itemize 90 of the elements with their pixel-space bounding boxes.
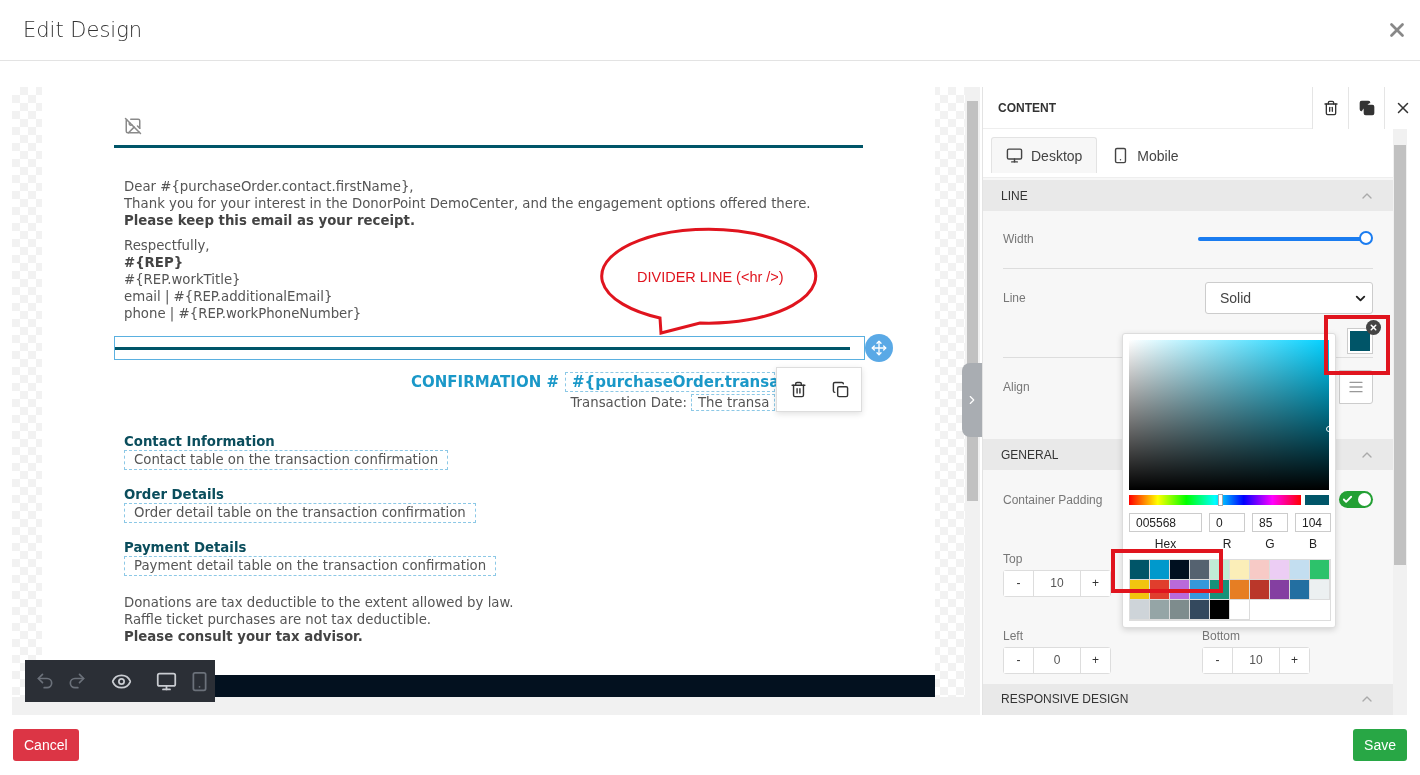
email-text-line: Please consult your tax advisor. — [124, 628, 363, 645]
field-label: Line — [1003, 291, 1026, 306]
email-text-line: Thank you for your interest in the DonorPoint DemoCenter, and the engagement options offered there. — [124, 195, 811, 212]
email-text-line: #{REP} — [124, 254, 184, 271]
delete-icon[interactable] — [789, 381, 807, 398]
field-label: Container Padding — [1003, 492, 1103, 507]
section-heading: Order Details — [124, 486, 224, 503]
monitor-icon — [1006, 147, 1023, 164]
color-swatch[interactable] — [1150, 560, 1170, 580]
merge-field: Payment detail table on the transaction confirmation — [124, 556, 497, 576]
cancel-button[interactable]: Cancel — [13, 729, 79, 761]
color-swatch[interactable] — [1210, 600, 1230, 620]
monitor-icon[interactable] — [156, 670, 177, 692]
color-swatch[interactable] — [1310, 580, 1330, 600]
input-label: R — [1221, 537, 1233, 551]
color-swatch[interactable] — [1310, 560, 1330, 580]
section-title: GENERAL — [1001, 447, 1059, 462]
color-swatch[interactable] — [1270, 560, 1290, 580]
broken-image-icon — [124, 117, 142, 135]
field-label: Width — [1003, 232, 1034, 247]
line-style-select[interactable]: Solid — [1205, 282, 1373, 315]
section-title: LINE — [1001, 188, 1028, 203]
padding-toggle[interactable] — [1339, 491, 1373, 509]
field-label: Left — [1003, 628, 1023, 643]
number-stepper[interactable]: - 10 + — [1202, 646, 1310, 674]
confirmation-label: CONFIRMATION # — [411, 373, 559, 391]
merge-field: #{purchaseOrder.transa — [565, 372, 775, 392]
check-icon — [1342, 494, 1353, 506]
input-label: Hex — [1153, 537, 1178, 551]
collapse-handle[interactable] — [962, 363, 982, 437]
hex-input[interactable]: 005568 — [1129, 513, 1202, 532]
slider-thumb[interactable] — [1359, 231, 1373, 246]
number-stepper[interactable]: - 10 + — [1003, 569, 1111, 597]
date-label: Transaction Date: — [570, 395, 687, 410]
color-swatch[interactable] — [1250, 560, 1270, 580]
input-label: G — [1264, 537, 1276, 551]
merge-field: The transa — [691, 394, 775, 411]
section-header[interactable]: LINE — [983, 179, 1393, 212]
number-stepper[interactable]: - 0 + — [1003, 646, 1111, 674]
dialog-title: Edit Design — [23, 18, 143, 42]
color-swatch[interactable] — [1290, 560, 1310, 580]
channel-input[interactable]: 104 — [1295, 513, 1331, 532]
email-text-line: Dear #{purchaseOrder.contact.firstName}, — [124, 178, 414, 195]
phone-icon[interactable] — [189, 670, 210, 692]
color-swatch[interactable] — [1290, 580, 1310, 600]
color-swatch[interactable] — [1130, 600, 1150, 620]
color-swatch[interactable] — [1190, 600, 1210, 620]
hue-slider[interactable] — [1129, 495, 1301, 505]
section-heading: Contact Information — [124, 433, 275, 450]
email-text-line: #{REP.workTitle} — [124, 271, 241, 288]
field-label: Align — [1003, 380, 1030, 395]
merge-field: Contact table on the transaction confirmation — [124, 450, 449, 470]
undo-icon[interactable] — [35, 671, 55, 691]
input-label: B — [1308, 537, 1318, 551]
color-swatch[interactable] — [1347, 327, 1373, 354]
highlight-frame — [1324, 315, 1390, 375]
panel-title: CONTENT — [997, 100, 1057, 115]
merge-field: Order detail table on the transaction confirmation — [124, 503, 476, 523]
selected-divider-block[interactable] — [114, 336, 865, 360]
section-heading: Payment Details — [124, 539, 247, 556]
color-swatch[interactable] — [1170, 600, 1190, 620]
field-label: Bottom — [1202, 628, 1240, 643]
email-text-line: Raffle ticket purchases are not tax deductible. — [124, 611, 432, 628]
channel-input[interactable]: 0 — [1209, 513, 1245, 532]
color-swatch[interactable] — [1230, 600, 1250, 620]
annotation-text: DIVIDER LINE (<hr />) — [637, 269, 784, 285]
clear-icon[interactable] — [1366, 319, 1381, 335]
email-text-line: Please keep this email as your receipt. — [124, 212, 415, 229]
move-icon[interactable] — [865, 334, 893, 362]
duplicate-icon[interactable] — [831, 381, 849, 398]
section-title: RESPONSIVE DESIGN — [1001, 692, 1129, 707]
color-swatch[interactable] — [1230, 560, 1250, 580]
color-swatch[interactable] — [1150, 600, 1170, 620]
color-swatch[interactable] — [1170, 560, 1190, 580]
email-text-line: email | #{REP.additionalEmail} — [124, 288, 333, 305]
color-swatch[interactable] — [1270, 580, 1290, 600]
color-swatch[interactable] — [1190, 560, 1210, 580]
color-swatch[interactable] — [1250, 580, 1270, 600]
redo-icon[interactable] — [67, 671, 87, 691]
color-swatch[interactable] — [1130, 560, 1150, 580]
device-tab[interactable]: Desktop — [991, 137, 1098, 173]
channel-input[interactable]: 85 — [1252, 513, 1288, 532]
email-text-line: Donations are tax deductible to the extent allowed by law. — [124, 594, 514, 611]
field-label: Top — [1003, 551, 1023, 566]
email-text-line: Respectfully, — [124, 237, 210, 254]
saturation-area[interactable] — [1129, 340, 1329, 490]
color-swatch[interactable] — [1230, 580, 1250, 600]
section-header[interactable]: RESPONSIVE DESIGN — [983, 683, 1393, 715]
email-text-line: phone | #{REP.workPhoneNumber} — [124, 305, 362, 322]
color-preview — [1305, 495, 1329, 505]
